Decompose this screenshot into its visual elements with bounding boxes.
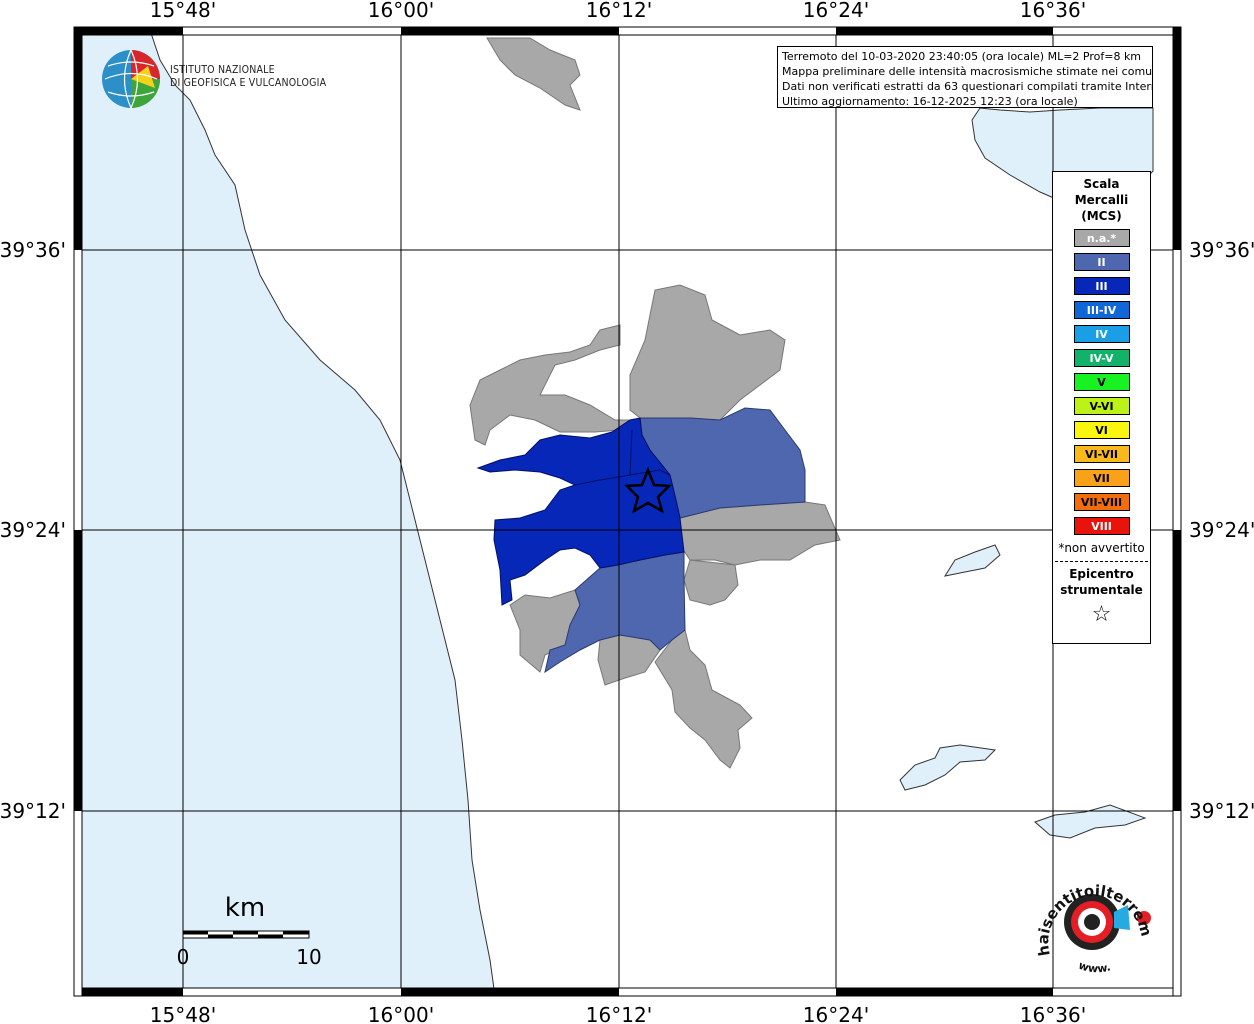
legend-swatch: V-VI: [1073, 397, 1130, 415]
legend-swatch: VIII: [1073, 517, 1130, 535]
ingv-line1: ISTITUTO NAZIONALE: [170, 64, 275, 76]
longitude-labels-top: 15°48' 16°00' 16°12' 16°24' 16°36': [150, 0, 1086, 22]
scale-bar: km 0 10: [175, 890, 325, 970]
legend-swatch: II: [1073, 253, 1130, 271]
latitude-labels-right: 39°36' 39°24' 39°12': [1189, 238, 1254, 823]
globe-icon: [102, 49, 160, 109]
lon-label: 15°48': [150, 1003, 216, 1024]
legend-swatch: n.a.*: [1073, 229, 1130, 247]
legend-epicentre-line: Epicentro: [1069, 567, 1134, 581]
legend-swatch: VII: [1073, 469, 1130, 487]
lon-label: 16°36': [1020, 0, 1086, 22]
lon-label: 15°48': [150, 0, 216, 22]
legend-note: *non avvertito: [1058, 541, 1145, 555]
event-subtitle: Mappa preliminare delle intensità macros…: [782, 65, 1153, 78]
scale-bar-graphic: km 0 10: [177, 893, 322, 969]
lat-label: 39°24': [1189, 518, 1254, 542]
star-icon: ☆: [1091, 602, 1112, 627]
lat-label: 39°36': [1189, 238, 1254, 262]
scale-end: 10: [296, 945, 321, 969]
lat-label: 39°36': [0, 238, 66, 262]
intensity-legend: Scala Mercalli (MCS) n.a.* II III III-IV IV I…: [1052, 171, 1151, 644]
lon-label: 16°24': [803, 0, 869, 22]
lat-label: 39°24': [0, 518, 66, 542]
lon-label: 16°24': [803, 1003, 869, 1024]
legend-swatch: IV: [1073, 325, 1130, 343]
lon-label: 16°12': [586, 0, 652, 22]
longitude-labels-bottom: 15°48' 16°00' 16°12' 16°24' 16°36': [150, 1003, 1086, 1024]
legend-title: Scala Mercalli (MCS): [1053, 176, 1150, 224]
legend-separator: [1055, 561, 1148, 562]
lat-label: 39°12': [1189, 799, 1254, 823]
lat-label: 39°12': [0, 799, 66, 823]
legend-swatch: V: [1073, 373, 1130, 391]
legend-swatch: IV-V: [1073, 349, 1130, 367]
legend-epicentre-label: Epicentro strumentale: [1053, 566, 1150, 598]
legend-swatch: VI: [1073, 421, 1130, 439]
lon-label: 16°00': [368, 0, 434, 22]
haisentito-graphic: haisentitoilterremoto.it www.: [1025, 846, 1156, 976]
legend-epicentre-line: strumentale: [1060, 583, 1143, 597]
legend-swatch: III-IV: [1073, 301, 1130, 319]
ingv-line2: DI GEOFISICA E VULCANOLOGIA: [170, 77, 327, 89]
scale-start: 0: [177, 945, 190, 969]
haisentito-logo: haisentitoilterremoto.it www.: [1025, 846, 1160, 990]
legend-swatch: VI-VII: [1073, 445, 1130, 463]
legend-title-line: Mercalli: [1074, 193, 1129, 207]
haisentito-url: www.: [1077, 959, 1112, 976]
ingv-logo: ISTITUTO NAZIONALE DI GEOFISICA E VULCAN…: [100, 48, 340, 110]
legend-swatch: III: [1073, 277, 1130, 295]
event-updated: Ultimo aggiornamento: 16-12-2025 12:23 (…: [782, 95, 1078, 108]
scale-unit: km: [225, 893, 265, 923]
lon-label: 16°00': [368, 1003, 434, 1024]
legend-swatch: VII-VIII: [1073, 493, 1130, 511]
event-data-note: Dati non verificati estratti da 63 quest…: [782, 80, 1153, 93]
event-title: Terremoto del 10-03-2020 23:40:05 (ora l…: [782, 50, 1142, 63]
lon-label: 16°12': [586, 1003, 652, 1024]
lon-label: 16°36': [1020, 1003, 1086, 1024]
event-info-box: Terremoto del 10-03-2020 23:40:05 (ora l…: [777, 46, 1153, 108]
legend-title-line: (MCS): [1081, 209, 1122, 223]
latitude-labels-left: 39°36' 39°24' 39°12': [0, 238, 66, 823]
legend-items: n.a.* II III III-IV IV IV-V V V-VI VI VI-VII VII VI…: [1053, 229, 1150, 535]
legend-title-line: Scala: [1083, 177, 1120, 191]
